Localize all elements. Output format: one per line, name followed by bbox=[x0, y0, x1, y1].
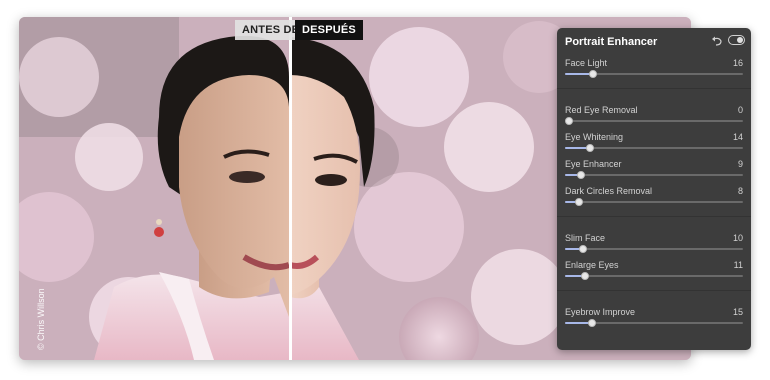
slider-slim-face[interactable]: Slim Face 10 bbox=[565, 233, 743, 253]
undo-icon[interactable] bbox=[711, 35, 723, 47]
slider-thumb[interactable] bbox=[565, 117, 573, 125]
group-divider bbox=[557, 216, 751, 217]
slider-thumb[interactable] bbox=[588, 319, 596, 327]
slider-label: Red Eye Removal bbox=[565, 105, 638, 115]
slider-track[interactable] bbox=[565, 117, 743, 125]
slider-thumb[interactable] bbox=[577, 171, 585, 179]
slider-value: 9 bbox=[737, 159, 743, 169]
slider-label: Dark Circles Removal bbox=[565, 186, 653, 196]
portrait-enhancer-panel: Portrait Enhancer Face Light 16 Red Eye Re… bbox=[557, 28, 751, 350]
slider-eye-enhancer[interactable]: Eye Enhancer 9 bbox=[565, 159, 743, 179]
slider-value: 8 bbox=[737, 186, 743, 196]
slider-thumb[interactable] bbox=[581, 272, 589, 280]
slider-value: 15 bbox=[732, 307, 743, 317]
slider-label: Enlarge Eyes bbox=[565, 260, 619, 270]
slider-track[interactable] bbox=[565, 319, 743, 327]
slider-track[interactable] bbox=[565, 144, 743, 152]
slider-eyebrow-improve[interactable]: Eyebrow Improve 15 bbox=[565, 307, 743, 327]
toggle-knob bbox=[737, 37, 743, 43]
slider-track[interactable] bbox=[565, 70, 743, 78]
slider-value: 16 bbox=[732, 58, 743, 68]
slider-thumb[interactable] bbox=[586, 144, 594, 152]
slider-value: 11 bbox=[733, 260, 743, 270]
slider-thumb[interactable] bbox=[589, 70, 597, 78]
slider-track[interactable] bbox=[565, 171, 743, 179]
group-divider bbox=[557, 88, 751, 89]
photo-credit: © Chris Willson bbox=[36, 288, 46, 350]
slider-label: Slim Face bbox=[565, 233, 606, 243]
slider-label: Eye Enhancer bbox=[565, 159, 622, 169]
slider-red-eye-removal[interactable]: Red Eye Removal 0 bbox=[565, 105, 743, 125]
slider-label: Eye Whitening bbox=[565, 132, 624, 142]
slider-track[interactable] bbox=[565, 272, 743, 280]
slider-eye-whitening[interactable]: Eye Whitening 14 bbox=[565, 132, 743, 152]
slider-track[interactable] bbox=[565, 198, 743, 206]
slider-label: Face Light bbox=[565, 58, 608, 68]
slider-face-light[interactable]: Face Light 16 bbox=[565, 58, 743, 78]
group-divider bbox=[557, 290, 751, 291]
slider-enlarge-eyes[interactable]: Enlarge Eyes 11 bbox=[565, 260, 743, 280]
slider-thumb[interactable] bbox=[575, 198, 583, 206]
slider-label: Eyebrow Improve bbox=[565, 307, 636, 317]
panel-title: Portrait Enhancer bbox=[565, 36, 658, 48]
compare-split-line[interactable] bbox=[289, 17, 292, 360]
slider-track[interactable] bbox=[565, 245, 743, 253]
slider-value: 10 bbox=[732, 233, 743, 243]
slider-thumb[interactable] bbox=[579, 245, 587, 253]
after-label: DESPUÉS bbox=[295, 20, 363, 40]
slider-value: 14 bbox=[732, 132, 743, 142]
slider-dark-circles-removal[interactable]: Dark Circles Removal 8 bbox=[565, 186, 743, 206]
slider-value: 0 bbox=[737, 105, 743, 115]
enable-toggle[interactable] bbox=[728, 35, 745, 45]
